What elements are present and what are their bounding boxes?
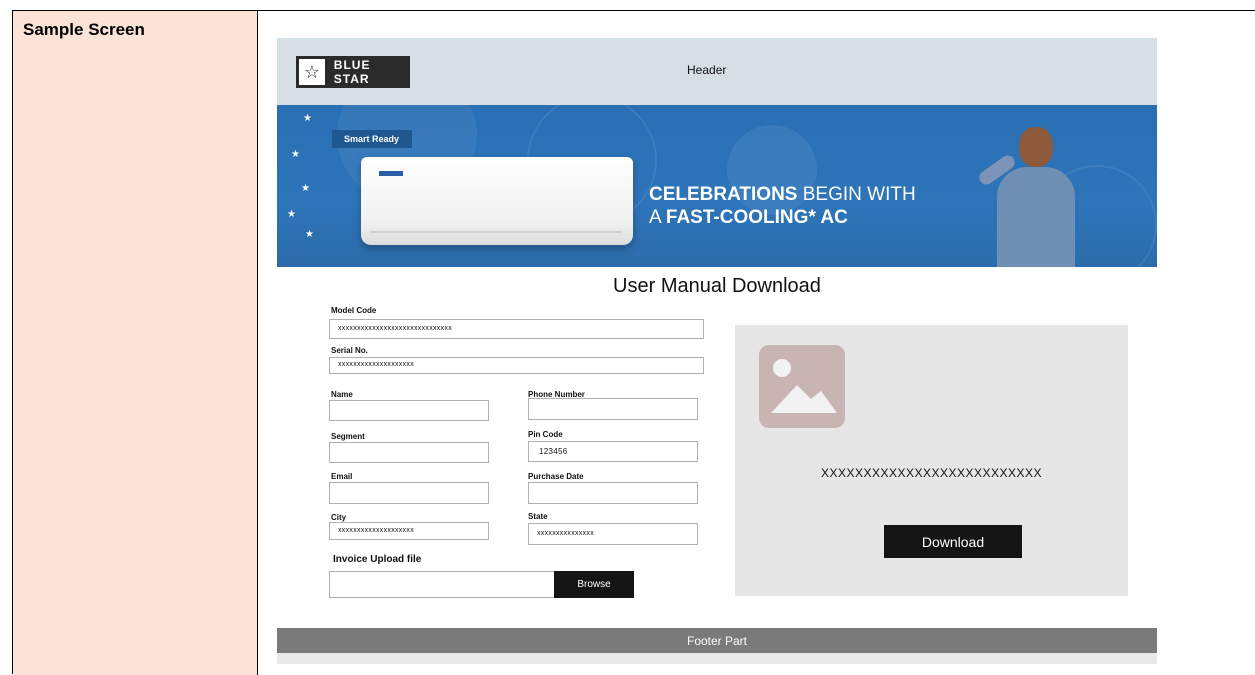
purchase-date-label: Purchase Date <box>528 472 584 481</box>
manual-preview-panel: XXXXXXXXXXXXXXXXXXXXXXXXXX Download <box>735 325 1128 596</box>
image-placeholder-icon <box>759 345 845 428</box>
page-title: User Manual Download <box>613 275 821 297</box>
headline-bold-2: FAST-COOLING* AC <box>665 207 848 228</box>
person-body <box>997 167 1075 267</box>
footer-strip <box>277 653 1157 664</box>
headline-bold-1: CELEBRATIONS <box>649 184 798 205</box>
mountain-shape <box>771 385 837 413</box>
name-field[interactable] <box>329 400 489 421</box>
email-label: Email <box>331 472 353 481</box>
person-head <box>1019 127 1053 167</box>
phone-number-field[interactable] <box>528 398 698 420</box>
ac-brand-mark <box>379 171 403 176</box>
name-label: Name <box>331 390 353 399</box>
ac-vent <box>371 231 621 233</box>
city-label: City <box>331 513 347 522</box>
download-button[interactable]: Download <box>884 525 1022 558</box>
browse-button[interactable]: Browse <box>554 571 634 598</box>
headline-prefix-2: A <box>649 207 666 228</box>
header-text: Header <box>687 63 727 77</box>
star-icon: ☆ <box>298 58 326 86</box>
model-code-label: Model Code <box>331 306 377 315</box>
promo-banner[interactable]: ★ ★ ★ ★ ★ Smart Ready CELEBRATIONS BEGIN… <box>277 105 1157 267</box>
star-decoration-icon: ★ <box>291 149 300 160</box>
page-footer: Footer Part <box>277 628 1157 653</box>
label-cell: Sample Screen <box>13 11 258 675</box>
state-field[interactable]: xxxxxxxxxxxxxxx <box>528 523 698 545</box>
city-field[interactable]: xxxxxxxxxxxxxxxxxxxx <box>329 522 489 540</box>
star-decoration-icon: ★ <box>305 229 314 240</box>
state-label: State <box>528 512 548 521</box>
blue-star-logo[interactable]: ☆ BLUE STAR <box>296 56 410 88</box>
purchase-date-field[interactable] <box>528 482 698 504</box>
banner-headline: CELEBRATIONS BEGIN WITH A FAST-COOLING* … <box>649 183 916 229</box>
banner-person-image <box>957 123 1107 267</box>
serial-no-label: Serial No. <box>331 346 368 355</box>
model-code-field[interactable]: xxxxxxxxxxxxxxxxxxxxxxxxxxxxxx <box>329 319 704 339</box>
star-decoration-icon: ★ <box>287 209 296 220</box>
invoice-upload-label: Invoice Upload file <box>333 554 422 565</box>
pin-code-label: Pin Code <box>528 430 563 439</box>
manual-code: XXXXXXXXXXXXXXXXXXXXXXXXXX <box>820 466 1043 480</box>
mock-screen: ☆ BLUE STAR Header ★ ★ ★ ★ ★ Smart Ready… <box>277 38 1157 664</box>
sample-screen-label: Sample Screen <box>23 20 145 39</box>
email-field[interactable] <box>329 482 489 504</box>
star-decoration-icon: ★ <box>303 113 312 124</box>
serial-no-field[interactable]: xxxxxxxxxxxxxxxxxxxx <box>329 357 704 374</box>
segment-field[interactable] <box>329 442 489 463</box>
air-conditioner-image <box>361 157 633 245</box>
headline-rest-1: BEGIN WITH <box>797 184 916 205</box>
segment-label: Segment <box>331 432 365 441</box>
smart-ready-ribbon: Smart Ready <box>332 130 412 148</box>
star-decoration-icon: ★ <box>301 183 310 194</box>
page-header: ☆ BLUE STAR Header <box>277 38 1157 105</box>
pin-code-field[interactable]: 123456 <box>528 441 698 462</box>
brand-name: BLUE STAR <box>333 58 371 86</box>
